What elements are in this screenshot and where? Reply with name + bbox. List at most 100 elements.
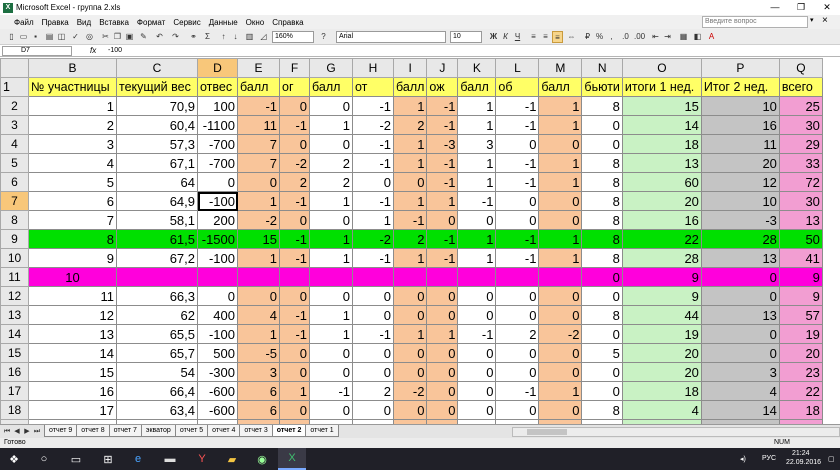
cell[interactable]: 6: [237, 400, 280, 420]
cell[interactable]: [116, 267, 198, 287]
cell[interactable]: 0: [457, 362, 497, 382]
cell[interactable]: 33: [778, 153, 823, 173]
cell[interactable]: -700: [197, 153, 238, 173]
cell[interactable]: 0: [279, 362, 310, 382]
cell[interactable]: 9: [28, 248, 117, 268]
cell[interactable]: 15: [621, 96, 702, 116]
cell[interactable]: -2: [392, 381, 428, 401]
cell[interactable]: 0: [197, 172, 238, 192]
column-header-i[interactable]: I: [392, 58, 428, 78]
row-header[interactable]: 18: [0, 400, 29, 420]
cell[interactable]: 6: [237, 381, 280, 401]
cell[interactable]: -1: [392, 210, 428, 230]
cell[interactable]: [352, 267, 394, 287]
cell[interactable]: 10: [700, 191, 780, 211]
cell[interactable]: 28: [700, 229, 780, 249]
cell[interactable]: 0: [309, 96, 353, 116]
cell[interactable]: 57: [778, 305, 823, 325]
cell[interactable]: 2: [309, 153, 353, 173]
cell[interactable]: 4: [700, 381, 780, 401]
autosum-icon[interactable]: Σ: [202, 31, 213, 43]
cell[interactable]: 0: [457, 400, 497, 420]
cell[interactable]: 67,1: [116, 153, 198, 173]
header-cell[interactable]: ог: [279, 77, 310, 97]
cell[interactable]: -1: [426, 153, 459, 173]
cell[interactable]: 0: [426, 400, 459, 420]
cell[interactable]: -1: [426, 115, 459, 135]
cell[interactable]: 1: [309, 229, 353, 249]
cell[interactable]: 8: [581, 210, 623, 230]
cell[interactable]: 8: [581, 96, 623, 116]
cell[interactable]: 0: [392, 172, 428, 192]
cell[interactable]: 0: [700, 286, 780, 306]
print-icon[interactable]: ▤: [44, 31, 55, 43]
decrease-indent-icon[interactable]: ⇤: [650, 31, 661, 43]
undo-icon[interactable]: ↶: [154, 31, 165, 43]
cell[interactable]: 3: [28, 134, 117, 154]
cell[interactable]: 8: [581, 191, 623, 211]
header-cell[interactable]: балл: [392, 77, 428, 97]
cell[interactable]: [538, 267, 583, 287]
cell[interactable]: 57,3: [116, 134, 198, 154]
cell[interactable]: 1: [457, 248, 497, 268]
cell[interactable]: -1500: [197, 229, 238, 249]
menu-window[interactable]: Окно: [242, 18, 269, 27]
cell[interactable]: 20: [700, 153, 780, 173]
cell[interactable]: 16: [621, 210, 702, 230]
column-header-d[interactable]: D: [197, 58, 238, 78]
cell[interactable]: 13: [28, 324, 117, 344]
cell[interactable]: 20: [778, 343, 823, 363]
align-right-icon[interactable]: ≡: [552, 31, 563, 43]
cell[interactable]: -1: [495, 381, 540, 401]
cell[interactable]: 0: [538, 362, 583, 382]
cell[interactable]: 1: [352, 210, 394, 230]
menu-file[interactable]: Файл: [0, 18, 38, 27]
cell[interactable]: 12: [700, 172, 780, 192]
cell[interactable]: -100: [197, 324, 238, 344]
cell[interactable]: 17: [28, 400, 117, 420]
cell[interactable]: -1: [457, 191, 497, 211]
cell[interactable]: 0: [457, 381, 497, 401]
cell[interactable]: 8: [581, 305, 623, 325]
cell[interactable]: 1: [309, 248, 353, 268]
cell[interactable]: 100: [197, 96, 238, 116]
cell[interactable]: 0: [457, 343, 497, 363]
cell[interactable]: 0: [309, 362, 353, 382]
cell[interactable]: 1: [538, 229, 583, 249]
cell[interactable]: 0: [279, 134, 310, 154]
cell[interactable]: 19: [621, 324, 702, 344]
column-header-b[interactable]: B: [28, 58, 117, 78]
cell[interactable]: 66,3: [116, 286, 198, 306]
cell[interactable]: 13: [778, 210, 823, 230]
sheet-tab[interactable]: отчет 9: [44, 425, 78, 437]
cell[interactable]: 16: [28, 381, 117, 401]
cell[interactable]: 0: [581, 362, 623, 382]
cell[interactable]: 0: [700, 343, 780, 363]
cell[interactable]: 25: [778, 96, 823, 116]
header-cell[interactable]: всего: [778, 77, 823, 97]
cell[interactable]: -1: [457, 324, 497, 344]
cell[interactable]: -1: [279, 248, 310, 268]
cell[interactable]: 1: [237, 324, 280, 344]
cell[interactable]: 0: [538, 191, 583, 211]
cell[interactable]: 0: [392, 362, 428, 382]
cell[interactable]: 0: [197, 286, 238, 306]
cell[interactable]: -1: [426, 229, 459, 249]
search-icon[interactable]: ○: [30, 448, 58, 470]
cell[interactable]: 10: [28, 267, 117, 287]
windows-start-icon[interactable]: ❖: [0, 448, 28, 470]
cell[interactable]: 6: [28, 191, 117, 211]
column-header-e[interactable]: E: [237, 58, 280, 78]
chart-icon[interactable]: ▥: [244, 31, 255, 43]
cell[interactable]: [309, 267, 353, 287]
cell[interactable]: 0: [581, 381, 623, 401]
cell[interactable]: 3: [700, 362, 780, 382]
header-cell[interactable]: балл: [309, 77, 353, 97]
cut-icon[interactable]: ✂: [100, 31, 111, 43]
sheet-tab[interactable]: экватор: [140, 425, 176, 437]
sheet-tab[interactable]: отчет 3: [239, 425, 273, 437]
cell[interactable]: 28: [621, 248, 702, 268]
spelling-icon[interactable]: ✓: [70, 31, 81, 43]
column-header-p[interactable]: P: [700, 58, 780, 78]
cell[interactable]: 29: [778, 134, 823, 154]
